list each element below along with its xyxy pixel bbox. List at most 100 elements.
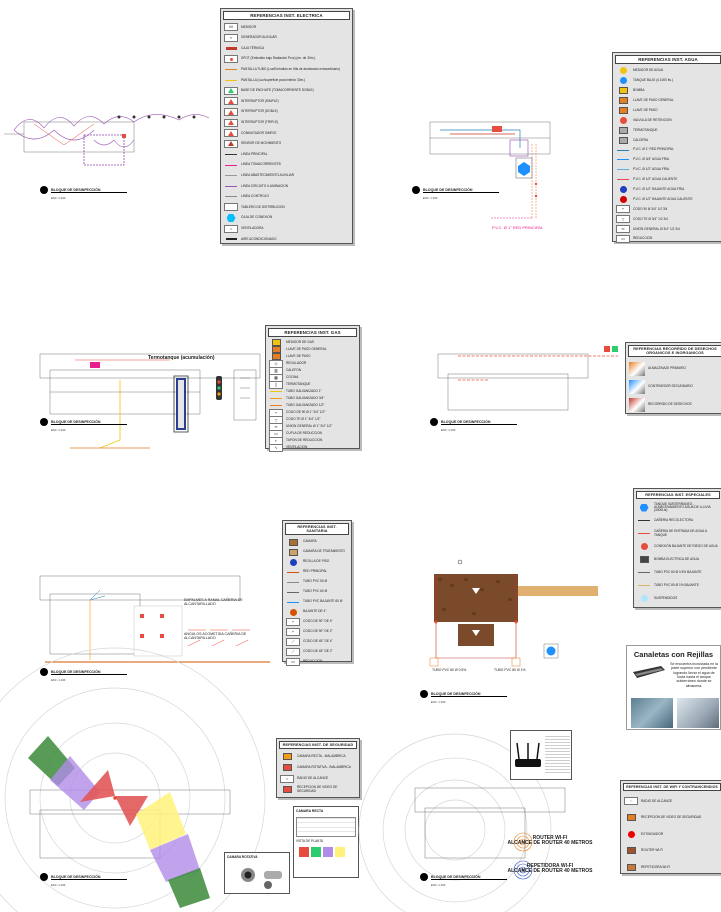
pipe-label-2: TUBO PVC 80 Ø 1% bbox=[494, 668, 526, 672]
legend-item: ⟋ CODO DE 45° DE 4" bbox=[286, 637, 348, 647]
legend-item: CONMUTADOR SIMPLE bbox=[224, 128, 349, 139]
legend-item-label: P.V.C. Ø 1" RED PRINCIPAL bbox=[633, 147, 674, 152]
legend-symbol-icon: ⟋ bbox=[286, 638, 300, 646]
electrical-floor-plan bbox=[4, 114, 210, 166]
legend-item: CONEXIÓN BAJANTE DE RIEGO DE AGUA bbox=[637, 540, 719, 553]
rotating-camera-panel: CAMARA ROTATIVA bbox=[224, 852, 290, 894]
legend-item: ○ VENTILADORA bbox=[224, 223, 349, 234]
special-floor-plan bbox=[429, 559, 598, 667]
legend-item: ┬ CODO TE Ø 3/4" 1/2 3/4 bbox=[616, 214, 720, 224]
legend-symbol-icon bbox=[224, 235, 238, 243]
legend-item-label: SPOT (Embutido bajo Radiación Proc) (en.… bbox=[241, 56, 316, 61]
legend-item-label: CAMARA DE TRATAMIENTO bbox=[303, 549, 345, 554]
block-dot bbox=[420, 873, 428, 881]
legend-item: RED PRINCIPAL bbox=[286, 567, 348, 577]
block-scale-wifi: ESC: 1:100 bbox=[431, 883, 446, 887]
legend-item: P.V.C. Ø 1/2" BAJANTE AGUA CALIENTE bbox=[616, 195, 720, 205]
legend-title: REFERENCIAS INST. SANITARIA bbox=[285, 523, 349, 535]
legend-item-label: UNION GENERAL Ø 1" 3/4" 1/2" bbox=[286, 423, 333, 428]
legend-item-label: CODO DE 90° DE 4" bbox=[303, 619, 333, 624]
legend-title: REFERENCIAS INST. DE SEGURIDAD bbox=[279, 741, 357, 749]
legend-symbol-icon bbox=[616, 67, 630, 75]
gutter-photo-2 bbox=[677, 698, 719, 728]
legend-symbol-icon bbox=[637, 543, 651, 551]
legend-symbol-icon: ⟋ bbox=[286, 648, 300, 656]
legend-symbol-icon bbox=[616, 176, 630, 184]
legend-especiales: REFERENCIAS INST. ESPECIALES TANQUE SUBT… bbox=[633, 488, 721, 608]
canaletas-panel: Canaletas con Rejillas Se encuentra incr… bbox=[626, 645, 721, 730]
legend-title: REFERENCIAS RECORRIDO DE DESECHOS ORGANI… bbox=[628, 345, 721, 357]
legend-item-label: RED PRINCIPAL bbox=[303, 569, 328, 574]
legend-item-label: PANTALLA TUBO (Luz/Embutido en Mts de al… bbox=[241, 67, 341, 72]
block-scale-especiales: ESC: 1:100 bbox=[431, 700, 446, 704]
legend-item-label: VALVULA DE RETENCION bbox=[633, 117, 672, 122]
legend-item-label: CODO TE Ø 1" 3/4" 1/2" bbox=[286, 416, 321, 421]
legend-item: TUBO PVC BAJANTE 60 Ø bbox=[286, 597, 348, 607]
legend-item: M MEDIDOR bbox=[224, 22, 349, 33]
gutter-photo-1 bbox=[631, 698, 673, 728]
legend-item: VALVULA DE RETENCION bbox=[616, 115, 720, 125]
legend-item-label: LLAVE DE PASO GENERAL bbox=[633, 98, 674, 103]
legend-item-label: CALEFON bbox=[286, 367, 302, 372]
legend-symbol-icon bbox=[637, 503, 651, 512]
legend-item: LINEA ABASTECIMIENTO AUXILIAR bbox=[224, 170, 349, 181]
block-scale-electrica: ESC: 1:100 bbox=[51, 196, 66, 200]
legend-symbol-icon bbox=[624, 830, 638, 838]
legend-item: TUBO PVC 60 Ø bbox=[286, 587, 348, 597]
legend-electrica: REFERENCIAS INST. ELECTRICA M MEDIDOR ≈ GEN… bbox=[220, 8, 353, 244]
legend-item: CAMARA DE TRATAMIENTO bbox=[286, 547, 348, 557]
legend-item: TERMOTANQUE bbox=[616, 125, 720, 135]
legend-title: REFERENCIAS INST. ELECTRICA bbox=[223, 11, 350, 20]
legend-symbol-icon bbox=[637, 569, 651, 577]
router-photo-panel bbox=[510, 730, 572, 780]
block-scale-desechos: ESC: 1:100 bbox=[441, 428, 456, 432]
legend-item: P.V.C. Ø 1/2" AGUA FRIA bbox=[616, 165, 720, 175]
legend-symbol-icon bbox=[224, 213, 238, 222]
legend-symbol-icon bbox=[624, 847, 638, 855]
legend-item-label: REDUCCION bbox=[633, 236, 653, 241]
legend-symbol-icon bbox=[286, 568, 300, 576]
canaletas-text: Se encuentra incrustada en la parte supe… bbox=[670, 662, 718, 688]
pipe-label-1: TUBO PVC 60 Ø 0.5% bbox=[432, 668, 467, 672]
legend-item: BASE DE ENCHUFE (TOMACORRIENTE DOBLE) bbox=[224, 86, 349, 97]
legend-item: ▭ REDUCCION bbox=[286, 657, 348, 667]
legend-symbol-icon bbox=[224, 172, 238, 180]
legend-item-label: SUSPENDIDOS bbox=[654, 595, 678, 600]
legend-item: CALDERA bbox=[616, 135, 720, 145]
legend-symbol-icon: ┬ bbox=[616, 215, 630, 224]
legend-item: BOMBA ELECTRICA DE AGUA bbox=[637, 553, 719, 566]
water-pipe-label: P.V.C. Ø 1" RED PRINCIPAL bbox=[492, 225, 544, 230]
legend-item-label: TUBO PVC 60 Ø 0.5% BAJANTE bbox=[654, 569, 702, 574]
legend-item-label: RADIO DE ALCANCE bbox=[641, 798, 673, 803]
router-icon bbox=[515, 742, 541, 767]
legend-item-label: REGULADOR bbox=[286, 360, 307, 365]
legend-item-label: LINEA CIRCUITO ILUMINACION bbox=[241, 183, 289, 188]
legend-item-label: BAJANTE DE 4" bbox=[303, 609, 327, 614]
legend-item: ═ UNION GENERAL Ø 3/4" 1/2 3/4 bbox=[616, 224, 720, 234]
legend-item: SENSOR DE MOVIMIENTO bbox=[224, 139, 349, 150]
legend-symbol-icon bbox=[224, 76, 238, 84]
legend-item-label: LLAVE DE PASO GENERAL bbox=[286, 346, 327, 351]
legend-symbol-icon bbox=[224, 86, 238, 95]
legend-symbol-icon: ═ bbox=[616, 225, 630, 234]
legend-item: REPETIDORA WI-FI bbox=[624, 859, 720, 876]
legend-item-label: TUBO GALVANIZADO 1" bbox=[286, 388, 322, 393]
legend-item: ◌ RADIO DE ALCANCE bbox=[624, 793, 720, 810]
block-dot bbox=[40, 873, 48, 881]
legend-symbol-icon: ⌐ bbox=[616, 205, 630, 214]
legend-symbol-icon bbox=[624, 863, 638, 871]
block-title-wifi: BLOQUE DE DESINFECCIÓN bbox=[420, 873, 507, 881]
water-floor-plan bbox=[429, 121, 551, 219]
legend-symbol-icon bbox=[224, 129, 238, 138]
camera-recta-label: CAMARA RECTA bbox=[296, 809, 324, 813]
legend-item-label: P.V.C. Ø 1/2" AGUA CALIENTE bbox=[633, 177, 678, 182]
legend-item: LINEA TOMACORRIENTES bbox=[224, 160, 349, 171]
legend-symbol-icon bbox=[286, 598, 300, 606]
legend-item-label: CAMARA RECTA - MALAMBRICA bbox=[297, 753, 346, 758]
legend-symbol-icon bbox=[616, 166, 630, 174]
legend-item-label: CAMARA ROTATIVA - INALAMBRICA bbox=[297, 764, 351, 769]
legend-symbol-icon bbox=[616, 186, 630, 194]
legend-symbol-icon: ⌐ bbox=[286, 628, 300, 636]
legend-item: ⌐ CODO DE 90° DE 4" bbox=[286, 617, 348, 627]
legend-gas: REFERENCIAS INST. GAS MEDIDOR DE GAS LLAV… bbox=[265, 325, 360, 452]
